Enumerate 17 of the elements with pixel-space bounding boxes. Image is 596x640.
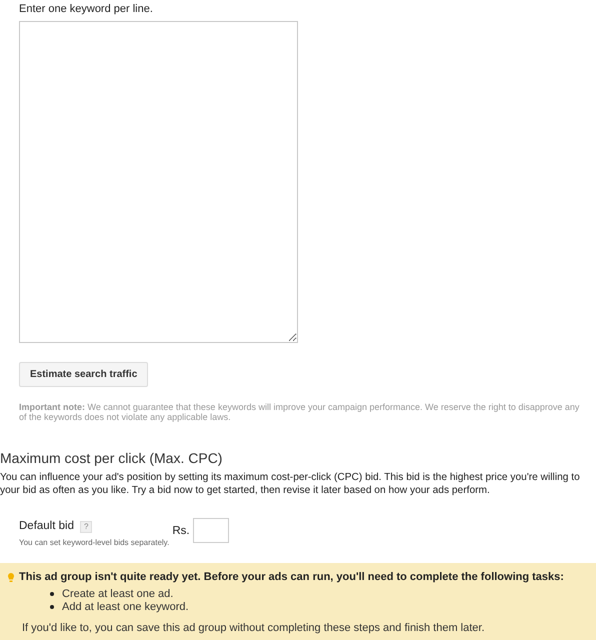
note-text: Important note: We cannot guarantee that these keywords will improve your campaign performance. We reserve the right to disapprove any of the keywords does not violate any applicable laws. (19, 402, 580, 422)
currency-label: Rs. (172, 524, 190, 539)
estimate-button[interactable]: Estimate search traffic (19, 362, 148, 387)
bullet-icon (50, 605, 54, 610)
bid-field[interactable] (192, 518, 229, 543)
task-item: Add at least one keyword. (62, 600, 189, 614)
bullet-icon (50, 592, 54, 596)
cpc-description: You can influence your ad's position by setting its maximum cost-per-click (CPC) bid. This bid is the highest price you're willing to your bid as often as you like. Try a bid now to get started, then revise it later based on how your ads perform. (0, 471, 581, 497)
alert-footer: If you'd like to, you can save this ad group without completing these steps and finish them later. (22, 622, 596, 635)
bid-hint: You can set keyword-level bids separately. (19, 537, 170, 550)
keywords-field[interactable] (19, 21, 298, 343)
alert-title: This ad group isn't quite ready yet. Before your ads can run, you'll need to complete the following tasks: (19, 570, 564, 586)
instruction-text: Enter one keyword per line. (19, 2, 154, 16)
default-bid-label: Default bid (19, 519, 74, 534)
lightbulb-icon (8, 572, 14, 582)
section-title: Maximum cost per click (Max. CPC) (0, 449, 224, 467)
task-item: Create at least one ad. (62, 588, 174, 601)
